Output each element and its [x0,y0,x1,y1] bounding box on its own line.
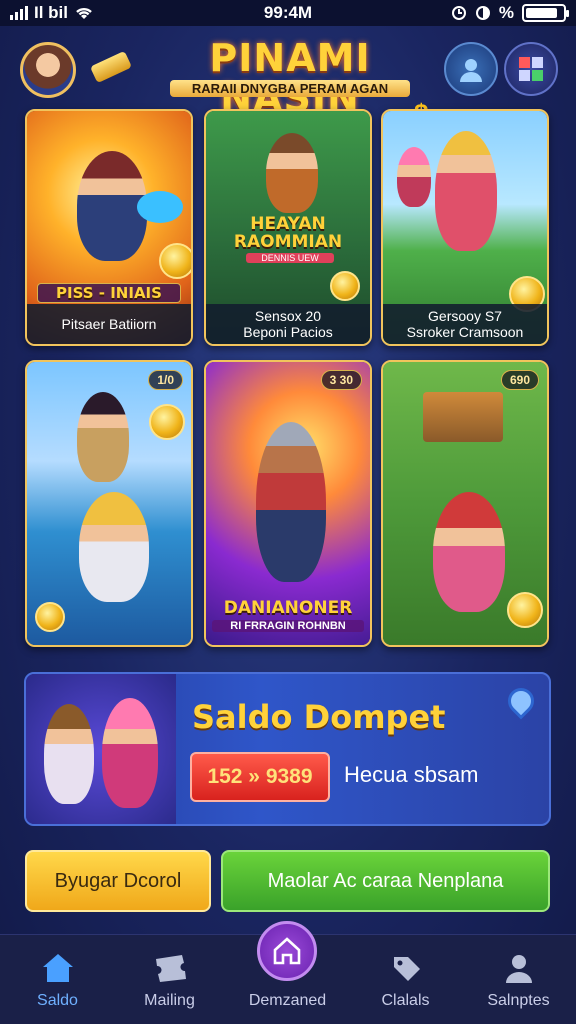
game-banner-sub: DENNIS UEW [246,253,334,263]
game-banner-sub: RI FRRAGIN ROHNBN [212,620,364,632]
game-badge: 690 [500,370,539,390]
signal-icon [10,6,28,20]
do-not-disturb-icon [475,6,490,20]
wallet-heroes-art [26,674,176,824]
game-title-text: Sensox 20 Beponi Pacios [243,308,333,340]
game-banner: PISS - INIAIS [37,283,181,303]
coin-icon [149,404,185,440]
game-banner: DANIANONER [223,598,353,618]
game-card-3[interactable]: Gersooy S7 Ssroker Cramsoon [381,109,549,346]
hero-figure [266,133,318,213]
game-card-1[interactable]: PISS - INIAIS Pitsaer Batiiorn [25,109,193,346]
menu-button[interactable] [504,42,558,96]
game-card-art [383,362,547,645]
hero-figure-2 [102,698,158,808]
avatar[interactable] [20,42,76,98]
coin-icon [159,243,191,279]
clock: 99:4M [263,3,313,22]
game-card-5[interactable]: 3 30 DANIANONER RI FRRAGIN ROHNBN [204,360,372,647]
battery-icon [522,4,569,22]
nav-item-clalals[interactable]: Clalals [348,935,463,1024]
ticket-icon [156,955,186,982]
game-title: Pitsaer Batiiorn [27,304,191,344]
game-card-art [27,362,191,645]
alarm-icon [451,6,466,20]
game-title: Gersooy S7 Ssroker Cramsoon [383,304,547,344]
coin-icon [507,592,543,628]
hero-figure-2 [79,492,149,602]
energy-orb [137,191,183,223]
coin-icon [35,602,65,632]
primary-action-button[interactable]: Byugar Dcorol [25,850,211,912]
game-banner: HEAYAN RAOMMIAN [233,214,343,252]
app-subtitle: RARAII DNYGBA PERAM AGAN [170,80,410,97]
nav-item-salnptes[interactable]: Salnptes [461,935,576,1024]
game-card-4[interactable]: 1/0 [25,360,193,647]
nav-item-demzaned[interactable]: Demzaned [230,921,345,1024]
nav-item-saldo[interactable]: Saldo [0,935,115,1024]
carrier-label: Il bil [34,3,68,22]
game-card-2[interactable]: HEAYAN RAOMMIAN DENNIS UEW Sensox 20 Bep… [204,109,372,346]
game-title: Sensox 20 Beponi Pacios [206,304,370,344]
hero-figure [77,392,129,482]
nav-item-label: Saldo [37,992,78,1009]
secondary-action-button[interactable]: Maolar Ac caraa Nenplana [221,850,550,912]
battery-percent: % [498,3,514,22]
bottom-nav: Saldo Mailing Demzaned Clalals Salnptes [0,921,576,1024]
nav-item-label: Salnptes [487,992,550,1009]
hero-figure [433,492,505,612]
nav-item-label: Mailing [144,992,195,1009]
profile-icon [460,59,482,82]
companion-figure [397,147,431,207]
menu-grid-icon [519,57,543,81]
hero-figure [44,704,94,804]
treasure-chest-icon [423,392,503,442]
game-card-6[interactable]: 690 [381,360,549,647]
home-icon [43,954,73,982]
wifi-icon [76,7,92,19]
nav-item-mailing[interactable]: Mailing [112,935,227,1024]
nav-item-label: Demzaned [248,992,327,1009]
wallet-panel: Saldo Dompet 152 » 9389 Hecua sbsam [24,672,551,826]
game-title-text: Gersooy S7 Ssroker Cramsoon [406,308,524,340]
game-badge: 1/0 [148,370,183,390]
hero-figure [435,131,497,251]
hero-figure [256,422,326,582]
tag-icon [394,957,420,981]
profile-button[interactable] [444,42,498,96]
location-pin-icon[interactable] [502,682,540,720]
game-title-text: Pitsaer Batiiorn [61,316,157,332]
status-bar: Il bil 99:4M % [0,0,576,26]
app-header: PINAMI NASIN RARAII DNYGBA PERAM AGAN $ [0,34,576,128]
center-action-button[interactable] [257,921,317,981]
wallet-title: Saldo Dompet [192,698,446,736]
coin-icon [330,271,360,301]
app-title: PINAMI NASIN [209,36,371,120]
game-badge: 3 30 [320,370,362,390]
home-center-icon [273,937,301,965]
user-icon [506,955,532,983]
nav-item-label: Clalals [381,992,430,1009]
wallet-balance[interactable]: 152 » 9389 [190,752,330,802]
wallet-note: Hecua sbsam [344,762,479,787]
gold-bar-icon [89,50,133,84]
